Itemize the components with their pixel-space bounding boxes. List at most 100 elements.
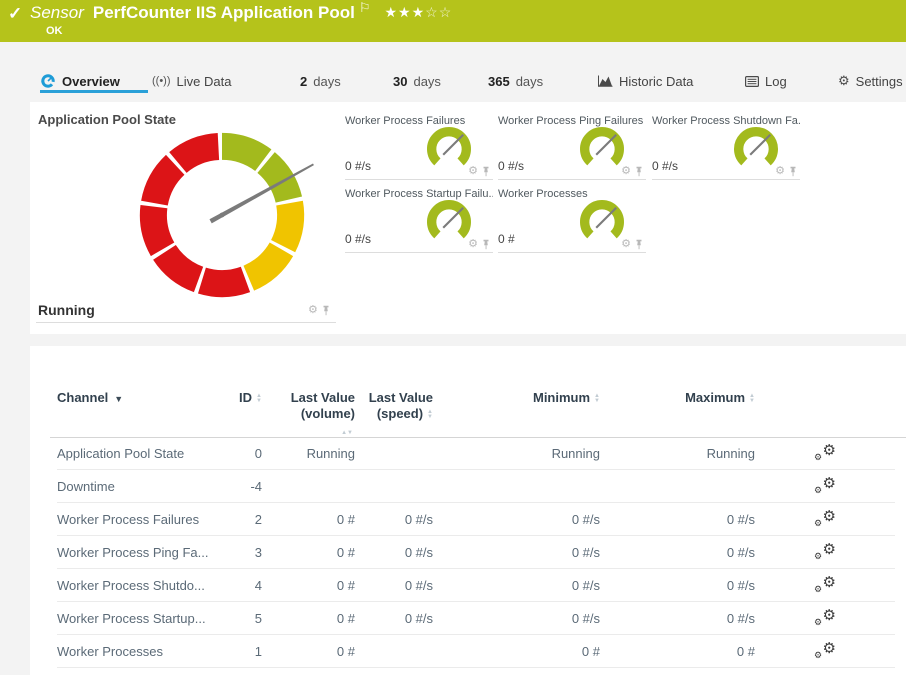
tab-label: Historic Data bbox=[619, 74, 693, 89]
mini-gauge-tile: Worker Process Failures 0 #/s ⚙ bbox=[345, 115, 493, 180]
tab-label: Settings bbox=[856, 74, 903, 89]
overview-gauges-panel: Application Pool State Running ⚙ bbox=[30, 102, 906, 334]
channel-name: Worker Process Ping Fa... bbox=[57, 545, 227, 560]
minimum-value: 0 # bbox=[433, 644, 600, 659]
minimum-value: 0 #/s bbox=[433, 545, 600, 560]
channel-name: Worker Processes bbox=[57, 644, 227, 659]
ok-check-icon: ✓ bbox=[8, 4, 22, 24]
last-value-volume: 0 # bbox=[262, 545, 355, 560]
gauge-settings-gear-icon[interactable]: ⚙ bbox=[468, 166, 478, 177]
last-value-speed: 0 #/s bbox=[355, 611, 433, 626]
gear-icon: ⚙ bbox=[838, 73, 850, 89]
channel-id: 0 bbox=[227, 446, 262, 461]
tab-number: 2 bbox=[300, 74, 307, 89]
last-value-volume: 0 # bbox=[262, 611, 355, 626]
table-row: Downtime -4 ⚙⚙ bbox=[57, 470, 895, 503]
stars-empty: ☆☆ bbox=[425, 4, 452, 20]
gauge-settings-gear-icon[interactable]: ⚙ bbox=[775, 166, 785, 177]
tab-365-days[interactable]: 365 days bbox=[488, 71, 543, 91]
broadcast-icon: ((•)) bbox=[152, 75, 171, 87]
mini-gauge-tile: Worker Processes 0 # ⚙ bbox=[498, 188, 646, 253]
column-header-last-value-speed[interactable]: Last Value (speed)▲▼ bbox=[355, 382, 433, 422]
mini-gauge-value: 0 #/s bbox=[345, 232, 371, 246]
tab-label: Overview bbox=[62, 74, 120, 89]
flag-icon[interactable]: ⚐ bbox=[359, 0, 371, 15]
gauge-settings-gear-icon[interactable]: ⚙ bbox=[621, 166, 631, 177]
status-badge: OK bbox=[46, 25, 63, 37]
channel-settings-gears-icon[interactable]: ⚙⚙ bbox=[814, 542, 836, 559]
channel-settings-gears-icon[interactable]: ⚙⚙ bbox=[814, 509, 836, 526]
gauge-icon bbox=[40, 73, 56, 89]
channel-settings-gears-icon[interactable]: ⚙⚙ bbox=[814, 575, 836, 592]
mini-gauge bbox=[425, 125, 473, 173]
pin-icon[interactable] bbox=[322, 305, 330, 316]
column-header-minimum[interactable]: Minimum▲▼ bbox=[433, 382, 600, 406]
state-gauge bbox=[124, 117, 320, 313]
channel-table-panel: Channel▼ ID▲▼ Last Value (volume) ▲▼ Las… bbox=[30, 346, 906, 675]
tab-settings[interactable]: ⚙ Settings bbox=[838, 71, 903, 91]
last-value-volume: 0 # bbox=[262, 644, 355, 659]
column-header-id[interactable]: ID▲▼ bbox=[227, 382, 262, 406]
table-row: Worker Process Shutdo... 4 0 # 0 #/s 0 #… bbox=[57, 569, 895, 602]
mini-gauge-tile: Worker Process Ping Failures 0 #/s ⚙ bbox=[498, 115, 646, 180]
column-header-last-value-volume[interactable]: Last Value (volume) ▲▼ bbox=[262, 382, 355, 438]
tab-30-days[interactable]: 30 days bbox=[393, 71, 441, 91]
channel-settings-gears-icon[interactable]: ⚙⚙ bbox=[814, 608, 836, 625]
pin-icon[interactable] bbox=[482, 166, 490, 177]
channel-settings-gears-icon[interactable]: ⚙⚙ bbox=[814, 476, 836, 493]
mini-gauge-value: 0 #/s bbox=[498, 159, 524, 173]
active-tab-underline bbox=[40, 90, 148, 93]
last-value-speed: 0 #/s bbox=[355, 578, 433, 593]
pin-icon[interactable] bbox=[789, 166, 797, 177]
tab-2-days[interactable]: 2 days bbox=[300, 71, 341, 91]
column-header-maximum[interactable]: Maximum▲▼ bbox=[600, 382, 755, 406]
stars-filled: ★★★ bbox=[384, 4, 425, 20]
sort-icon: ▲▼ bbox=[427, 410, 433, 420]
mini-gauge-tile: Worker Process Shutdown Fa... 0 #/s ⚙ bbox=[652, 115, 800, 180]
column-header-channel[interactable]: Channel▼ bbox=[57, 382, 227, 407]
maximum-value: 0 #/s bbox=[600, 578, 755, 593]
gauge-settings-gear-icon[interactable]: ⚙ bbox=[621, 239, 631, 250]
tab-label: days bbox=[516, 74, 543, 89]
channel-settings-gears-icon[interactable]: ⚙⚙ bbox=[814, 641, 836, 658]
maximum-value: 0 # bbox=[600, 644, 755, 659]
maximum-value: 0 #/s bbox=[600, 545, 755, 560]
minimum-value: 0 #/s bbox=[433, 512, 600, 527]
channel-name: Worker Process Failures bbox=[57, 512, 227, 527]
last-value-speed: 0 #/s bbox=[355, 512, 433, 527]
mini-gauge-value: 0 #/s bbox=[345, 159, 371, 173]
main-gauge-value: Running bbox=[38, 302, 95, 318]
pin-icon[interactable] bbox=[635, 166, 643, 177]
gauge-needle bbox=[596, 135, 616, 155]
tab-live-data[interactable]: ((•)) Live Data bbox=[152, 71, 231, 91]
sort-icon: ▲▼ bbox=[749, 394, 755, 404]
mini-gauge bbox=[578, 125, 626, 173]
pin-icon[interactable] bbox=[635, 239, 643, 250]
table-row: Worker Process Startup... 5 0 # 0 #/s 0 … bbox=[57, 602, 895, 635]
table-row: Worker Process Failures 2 0 # 0 #/s 0 #/… bbox=[57, 503, 895, 536]
table-row: Worker Process Ping Fa... 3 0 # 0 #/s 0 … bbox=[57, 536, 895, 569]
log-icon bbox=[745, 76, 759, 87]
minimum-value: 0 #/s bbox=[433, 578, 600, 593]
channel-name: Downtime bbox=[57, 479, 227, 494]
channel-id: 3 bbox=[227, 545, 262, 560]
sensor-status-bar: ✓ SensorPerfCounter IIS Application Pool… bbox=[0, 0, 906, 42]
priority-stars[interactable]: ★★★☆☆ bbox=[384, 4, 452, 20]
tab-overview[interactable]: Overview bbox=[40, 71, 120, 91]
tab-log[interactable]: Log bbox=[745, 71, 787, 91]
channel-settings-gears-icon[interactable]: ⚙⚙ bbox=[814, 443, 836, 460]
tab-historic-data[interactable]: Historic Data bbox=[598, 71, 693, 91]
gauge-settings-gear-icon[interactable]: ⚙ bbox=[468, 239, 478, 250]
page-title: PerfCounter IIS Application Pool bbox=[93, 3, 355, 22]
gauge-needle bbox=[596, 208, 616, 228]
mini-gauge-value: 0 #/s bbox=[652, 159, 678, 173]
channel-name: Application Pool State bbox=[57, 446, 227, 461]
pin-icon[interactable] bbox=[482, 239, 490, 250]
gauge-settings-gear-icon[interactable]: ⚙ bbox=[308, 305, 318, 316]
mini-gauge bbox=[425, 198, 473, 246]
last-value-volume: 0 # bbox=[262, 512, 355, 527]
channel-id: 4 bbox=[227, 578, 262, 593]
area-chart-icon bbox=[598, 75, 613, 87]
gauge-needle bbox=[443, 135, 463, 155]
last-value-volume: Running bbox=[262, 446, 355, 461]
